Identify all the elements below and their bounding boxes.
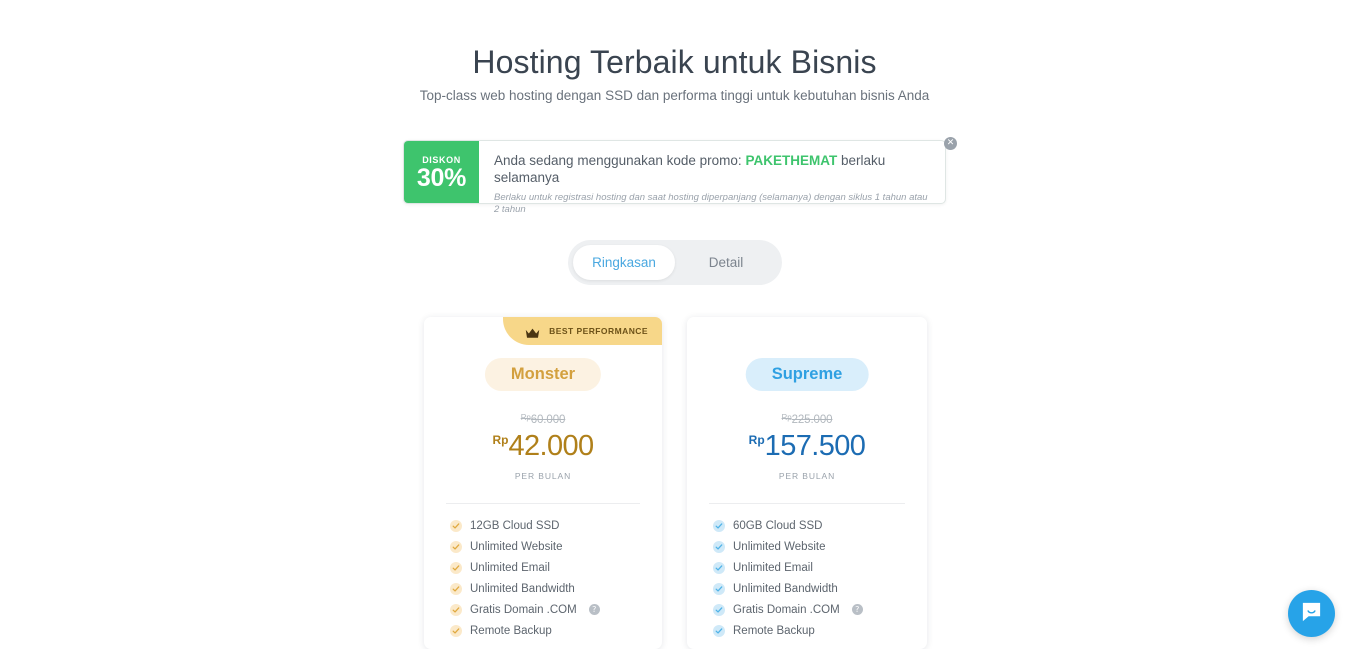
- price-period-supreme: PER BULAN: [778, 471, 836, 481]
- feature-label: Gratis Domain .COM: [733, 603, 840, 616]
- feature-item: Remote Backup: [713, 620, 909, 641]
- feature-item: Unlimited Bandwidth: [450, 578, 644, 599]
- feature-item: Gratis Domain .COM?: [450, 599, 644, 620]
- feature-label: Unlimited Email: [470, 561, 550, 574]
- page-subtitle: Top-class web hosting dengan SSD dan per…: [419, 88, 930, 103]
- tab-switcher: Ringkasan Detail: [568, 240, 782, 285]
- promo-message: Anda sedang menggunakan kode promo: PAKE…: [494, 153, 929, 187]
- feature-label: 12GB Cloud SSD: [470, 519, 560, 532]
- close-icon[interactable]: ✕: [944, 137, 957, 150]
- check-icon: [713, 603, 725, 616]
- plan-name-monster: Monster: [484, 358, 602, 391]
- card-divider-monster: [446, 503, 640, 504]
- promo-fine-print: Berlaku untuk registrasi hosting dan saa…: [494, 191, 928, 216]
- check-icon: [713, 561, 725, 574]
- feature-label: Remote Backup: [470, 624, 552, 637]
- feature-item: Unlimited Email: [713, 557, 909, 578]
- currency-old-supreme: Rp: [781, 413, 792, 422]
- chat-bubble-icon: [1300, 600, 1323, 628]
- price-block-supreme: Rp225.000 Rp157.500 PER BULAN: [687, 413, 927, 481]
- promo-discount-block: DISKON 30%: [404, 141, 479, 203]
- check-icon: [450, 624, 462, 637]
- feature-label: Unlimited Website: [733, 540, 826, 553]
- currency-old-monster: Rp: [520, 413, 531, 422]
- feature-label: Unlimited Website: [470, 540, 563, 553]
- check-icon: [713, 624, 725, 637]
- feature-item: 12GB Cloud SSD: [450, 515, 644, 536]
- feature-item: Unlimited Bandwidth: [713, 578, 909, 599]
- crown-icon: [525, 326, 540, 338]
- feature-label: 60GB Cloud SSD: [733, 519, 823, 532]
- price-block-monster: Rp60.000 Rp42.000 PER BULAN: [424, 413, 662, 481]
- check-icon: [450, 540, 462, 553]
- feature-item: Unlimited Website: [450, 536, 644, 557]
- best-performance-badge: BEST PERFORMANCE: [503, 317, 662, 345]
- price-old-value-monster: 60.000: [530, 414, 566, 426]
- feature-label: Unlimited Bandwidth: [470, 582, 575, 595]
- price-period-monster: PER BULAN: [514, 471, 572, 481]
- price-new-supreme: Rp157.500: [687, 432, 927, 461]
- chat-launcher-button[interactable]: [1288, 590, 1335, 637]
- plan-name-supreme: Supreme: [745, 358, 869, 391]
- feature-item: Gratis Domain .COM?: [713, 599, 909, 620]
- check-icon: [450, 519, 462, 532]
- feature-label: Unlimited Email: [733, 561, 813, 574]
- check-icon: [450, 582, 462, 595]
- check-icon: [713, 540, 725, 553]
- pricing-card-monster[interactable]: BEST PERFORMANCE Monster Rp60.000 Rp42.0…: [424, 317, 662, 649]
- tab-detail[interactable]: Detail: [675, 245, 777, 280]
- feature-item: Remote Backup: [450, 620, 644, 641]
- page-title: Hosting Terbaik untuk Bisnis: [472, 44, 877, 80]
- check-icon: [450, 561, 462, 574]
- best-performance-label: BEST PERFORMANCE: [549, 326, 648, 336]
- price-new-monster: Rp42.000: [424, 432, 662, 461]
- feature-label: Remote Backup: [733, 624, 815, 637]
- feature-item: Unlimited Website: [713, 536, 909, 557]
- pricing-page: Hosting Terbaik untuk Bisnis Top-class w…: [0, 0, 1349, 649]
- price-old-supreme: Rp225.000: [687, 413, 927, 426]
- pricing-cards: BEST PERFORMANCE Monster Rp60.000 Rp42.0…: [424, 317, 927, 649]
- price-new-value-supreme: 157.500: [764, 430, 866, 462]
- promo-code: PAKETHEMAT: [745, 153, 838, 168]
- card-divider-supreme: [709, 503, 905, 504]
- help-icon[interactable]: ?: [588, 604, 600, 615]
- help-icon[interactable]: ?: [851, 604, 863, 615]
- currency-new-monster: Rp: [492, 433, 509, 447]
- feature-item: Unlimited Email: [450, 557, 644, 578]
- tab-ringkasan[interactable]: Ringkasan: [573, 245, 675, 280]
- feature-label: Unlimited Bandwidth: [733, 582, 838, 595]
- feature-list-monster: 12GB Cloud SSD Unlimited Website Unlimited…: [450, 515, 644, 641]
- feature-item: 60GB Cloud SSD: [713, 515, 909, 536]
- price-old-monster: Rp60.000: [424, 413, 662, 426]
- price-old-value-supreme: 225.000: [791, 414, 833, 426]
- feature-list-supreme: 60GB Cloud SSD Unlimited Website Unlimited…: [713, 515, 909, 641]
- currency-new-supreme: Rp: [748, 433, 765, 447]
- check-icon: [713, 519, 725, 532]
- promo-discount-value: 30%: [416, 163, 467, 192]
- promo-body: Anda sedang menggunakan kode promo: PAKE…: [479, 137, 957, 215]
- promo-message-prefix: Anda sedang menggunakan kode promo:: [494, 153, 742, 168]
- check-icon: [713, 582, 725, 595]
- pricing-card-supreme[interactable]: Supreme Rp225.000 Rp157.500 PER BULAN 60…: [687, 317, 927, 649]
- price-new-value-monster: 42.000: [508, 430, 594, 462]
- check-icon: [450, 603, 462, 616]
- promo-banner: DISKON 30% Anda sedang menggunakan kode …: [403, 137, 957, 215]
- feature-label: Gratis Domain .COM: [470, 603, 577, 616]
